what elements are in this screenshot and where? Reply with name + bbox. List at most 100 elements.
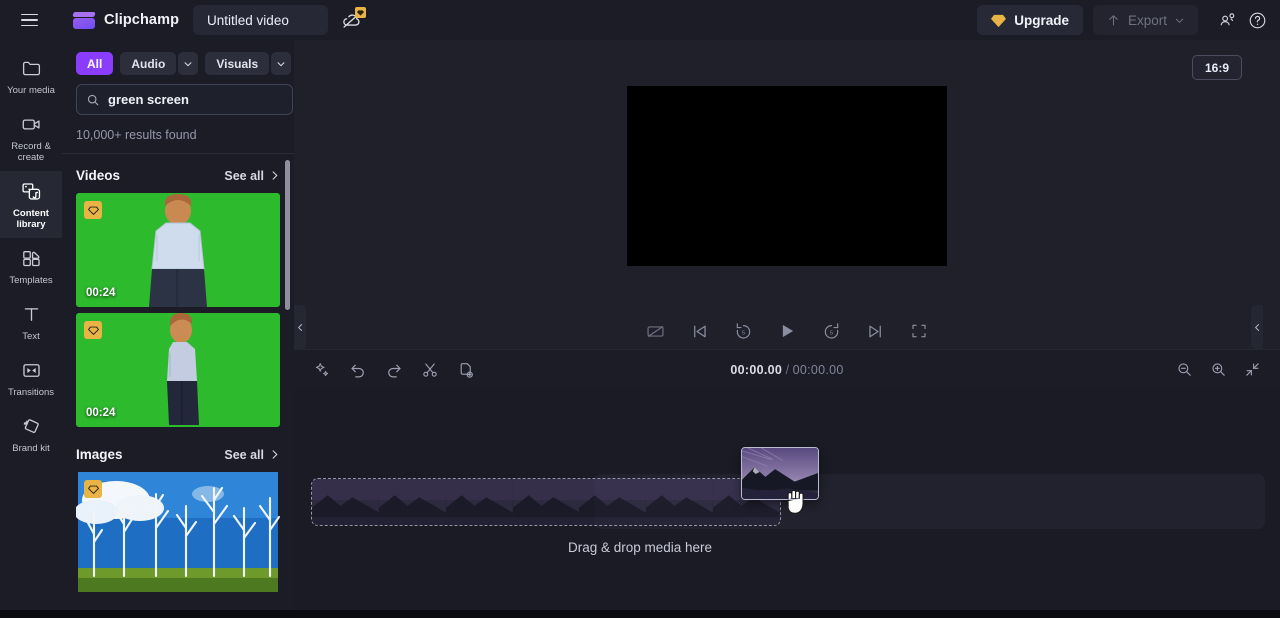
- skip-to-end-icon[interactable]: [864, 320, 886, 342]
- sidebar-item-text[interactable]: Text: [0, 294, 62, 350]
- upload-arrow-icon: [1109, 14, 1118, 25]
- filter-chip-audio-chevron[interactable]: [178, 52, 199, 75]
- total-time: 00:00.00: [792, 362, 844, 377]
- video-canvas[interactable]: [627, 86, 947, 266]
- sidebar-item-content-library[interactable]: Content library: [0, 171, 62, 238]
- sidebar-item-templates[interactable]: Templates: [0, 238, 62, 294]
- search-box[interactable]: [76, 84, 293, 115]
- video-thumbnail-item[interactable]: 00:24: [76, 193, 280, 307]
- help-circle-icon: [1249, 12, 1265, 28]
- current-time: 00:00.00: [730, 362, 783, 377]
- placeholder-frame: [378, 479, 446, 525]
- search-input[interactable]: [108, 92, 283, 107]
- aspect-ratio-button[interactable]: 16:9: [1191, 55, 1242, 80]
- stage-column: 16:9 5 5 00:00.00 / 00:00.00: [294, 40, 1280, 618]
- zoom-out-icon[interactable]: [1174, 360, 1194, 380]
- see-all-images-button[interactable]: See all: [224, 448, 280, 462]
- image-thumbnail-item[interactable]: [76, 472, 280, 592]
- premium-badge-icon: [84, 480, 102, 498]
- sidebar-item-label: Text: [22, 331, 40, 342]
- player-controls: 5 5: [644, 320, 930, 342]
- rewind-5s-icon[interactable]: 5: [732, 320, 754, 342]
- magic-sparkle-icon[interactable]: [312, 360, 332, 380]
- premium-badge-icon: [355, 7, 367, 18]
- chevron-left-icon: [1254, 323, 1259, 331]
- duplicate-icon[interactable]: [456, 360, 476, 380]
- left-sidebar: Your media Record & create Content libra…: [0, 40, 62, 618]
- timeline-drop-placeholder: [311, 478, 781, 526]
- filter-chip-visuals[interactable]: Visuals: [205, 52, 270, 75]
- search-row: [62, 84, 294, 115]
- sidebar-item-record-create[interactable]: Record & create: [0, 104, 62, 171]
- zoom-in-icon[interactable]: [1208, 360, 1228, 380]
- placeholder-frame: [445, 479, 513, 525]
- people-share-icon: [1220, 12, 1234, 25]
- sidebar-item-label: Transitions: [7, 387, 55, 398]
- brand-name: Clipchamp: [104, 12, 180, 28]
- results-count: 10,000+ results found: [76, 128, 197, 142]
- sidebar-item-label: Your media: [7, 85, 55, 96]
- split-scissors-icon[interactable]: [420, 360, 440, 380]
- sidebar-item-label: Brand kit: [12, 443, 50, 454]
- timeline-toolbar: 00:00.00 / 00:00.00: [294, 349, 1280, 389]
- placeholder-frame: [512, 479, 580, 525]
- see-all-videos-button[interactable]: See all: [224, 169, 280, 183]
- diamond-icon: [991, 14, 1007, 27]
- video-duration: 00:24: [86, 287, 116, 299]
- time-separator: /: [785, 362, 790, 377]
- preview-area: 16:9 5 5: [294, 40, 1280, 349]
- filter-chip-all[interactable]: All: [76, 52, 114, 75]
- sidebar-item-transitions[interactable]: Transitions: [0, 350, 62, 406]
- placeholder-frame: [579, 479, 647, 525]
- sidebar-item-label: Templates: [9, 275, 53, 286]
- chevron-right-icon: [272, 171, 278, 180]
- sidebar-item-brand-kit[interactable]: Brand kit: [0, 406, 62, 462]
- collapse-panel-right-button[interactable]: [1251, 305, 1263, 349]
- collapse-panel-left-button[interactable]: [294, 305, 306, 349]
- app-header: Clipchamp Untitled video Upgrade Export: [0, 0, 1280, 40]
- sidebar-item-your-media[interactable]: Your media: [0, 48, 62, 104]
- cloud-sync-off-icon[interactable]: [340, 7, 367, 31]
- os-taskbar: [0, 610, 1280, 618]
- captions-off-icon[interactable]: [644, 320, 666, 342]
- drop-hint-text: Drag & drop media here: [567, 540, 713, 555]
- filter-chip-audio[interactable]: Audio: [120, 52, 177, 75]
- content-library-panel: All Audio Visuals green screen 10,000+ r…: [62, 40, 294, 618]
- text-t-icon: [19, 303, 43, 326]
- svg-text:5: 5: [741, 330, 744, 336]
- project-title-input[interactable]: Untitled video: [193, 5, 329, 35]
- chevron-down-icon: [1175, 18, 1184, 23]
- panel-scrollbar[interactable]: [285, 160, 290, 310]
- chevron-right-icon: [272, 450, 278, 459]
- fit-to-screen-icon[interactable]: [1242, 360, 1262, 380]
- section-title: Images: [76, 447, 123, 462]
- video-thumbnail-item[interactable]: 00:24: [76, 313, 280, 427]
- undo-icon[interactable]: [348, 360, 368, 380]
- filter-chip-visuals-chevron[interactable]: [271, 52, 292, 75]
- forward-5s-icon[interactable]: 5: [820, 320, 842, 342]
- placeholder-frame: [312, 479, 379, 525]
- help-button[interactable]: [1244, 7, 1270, 33]
- collaborate-button[interactable]: [1214, 7, 1240, 33]
- export-label: Export: [1127, 12, 1167, 28]
- brand-kit-icon: [19, 415, 43, 438]
- fullscreen-icon[interactable]: [908, 320, 930, 342]
- section-header-images: Images See all: [62, 433, 294, 472]
- hamburger-menu-icon[interactable]: [16, 7, 42, 33]
- svg-text:5: 5: [829, 330, 832, 336]
- section-title: Videos: [76, 168, 121, 183]
- project-title-value: Untitled video: [207, 12, 289, 28]
- search-icon: [87, 94, 99, 105]
- export-button[interactable]: Export: [1092, 5, 1198, 35]
- play-icon[interactable]: [776, 320, 798, 342]
- see-all-label: See all: [224, 168, 264, 183]
- placeholder-frame: [646, 479, 714, 525]
- transitions-icon: [19, 359, 43, 382]
- skip-to-start-icon[interactable]: [688, 320, 710, 342]
- folder-icon: [19, 57, 43, 80]
- redo-icon[interactable]: [384, 360, 404, 380]
- section-header-videos: Videos See all: [62, 154, 294, 193]
- upgrade-button[interactable]: Upgrade: [977, 5, 1083, 35]
- video-duration: 00:24: [86, 407, 116, 419]
- premium-badge-icon: [84, 321, 102, 339]
